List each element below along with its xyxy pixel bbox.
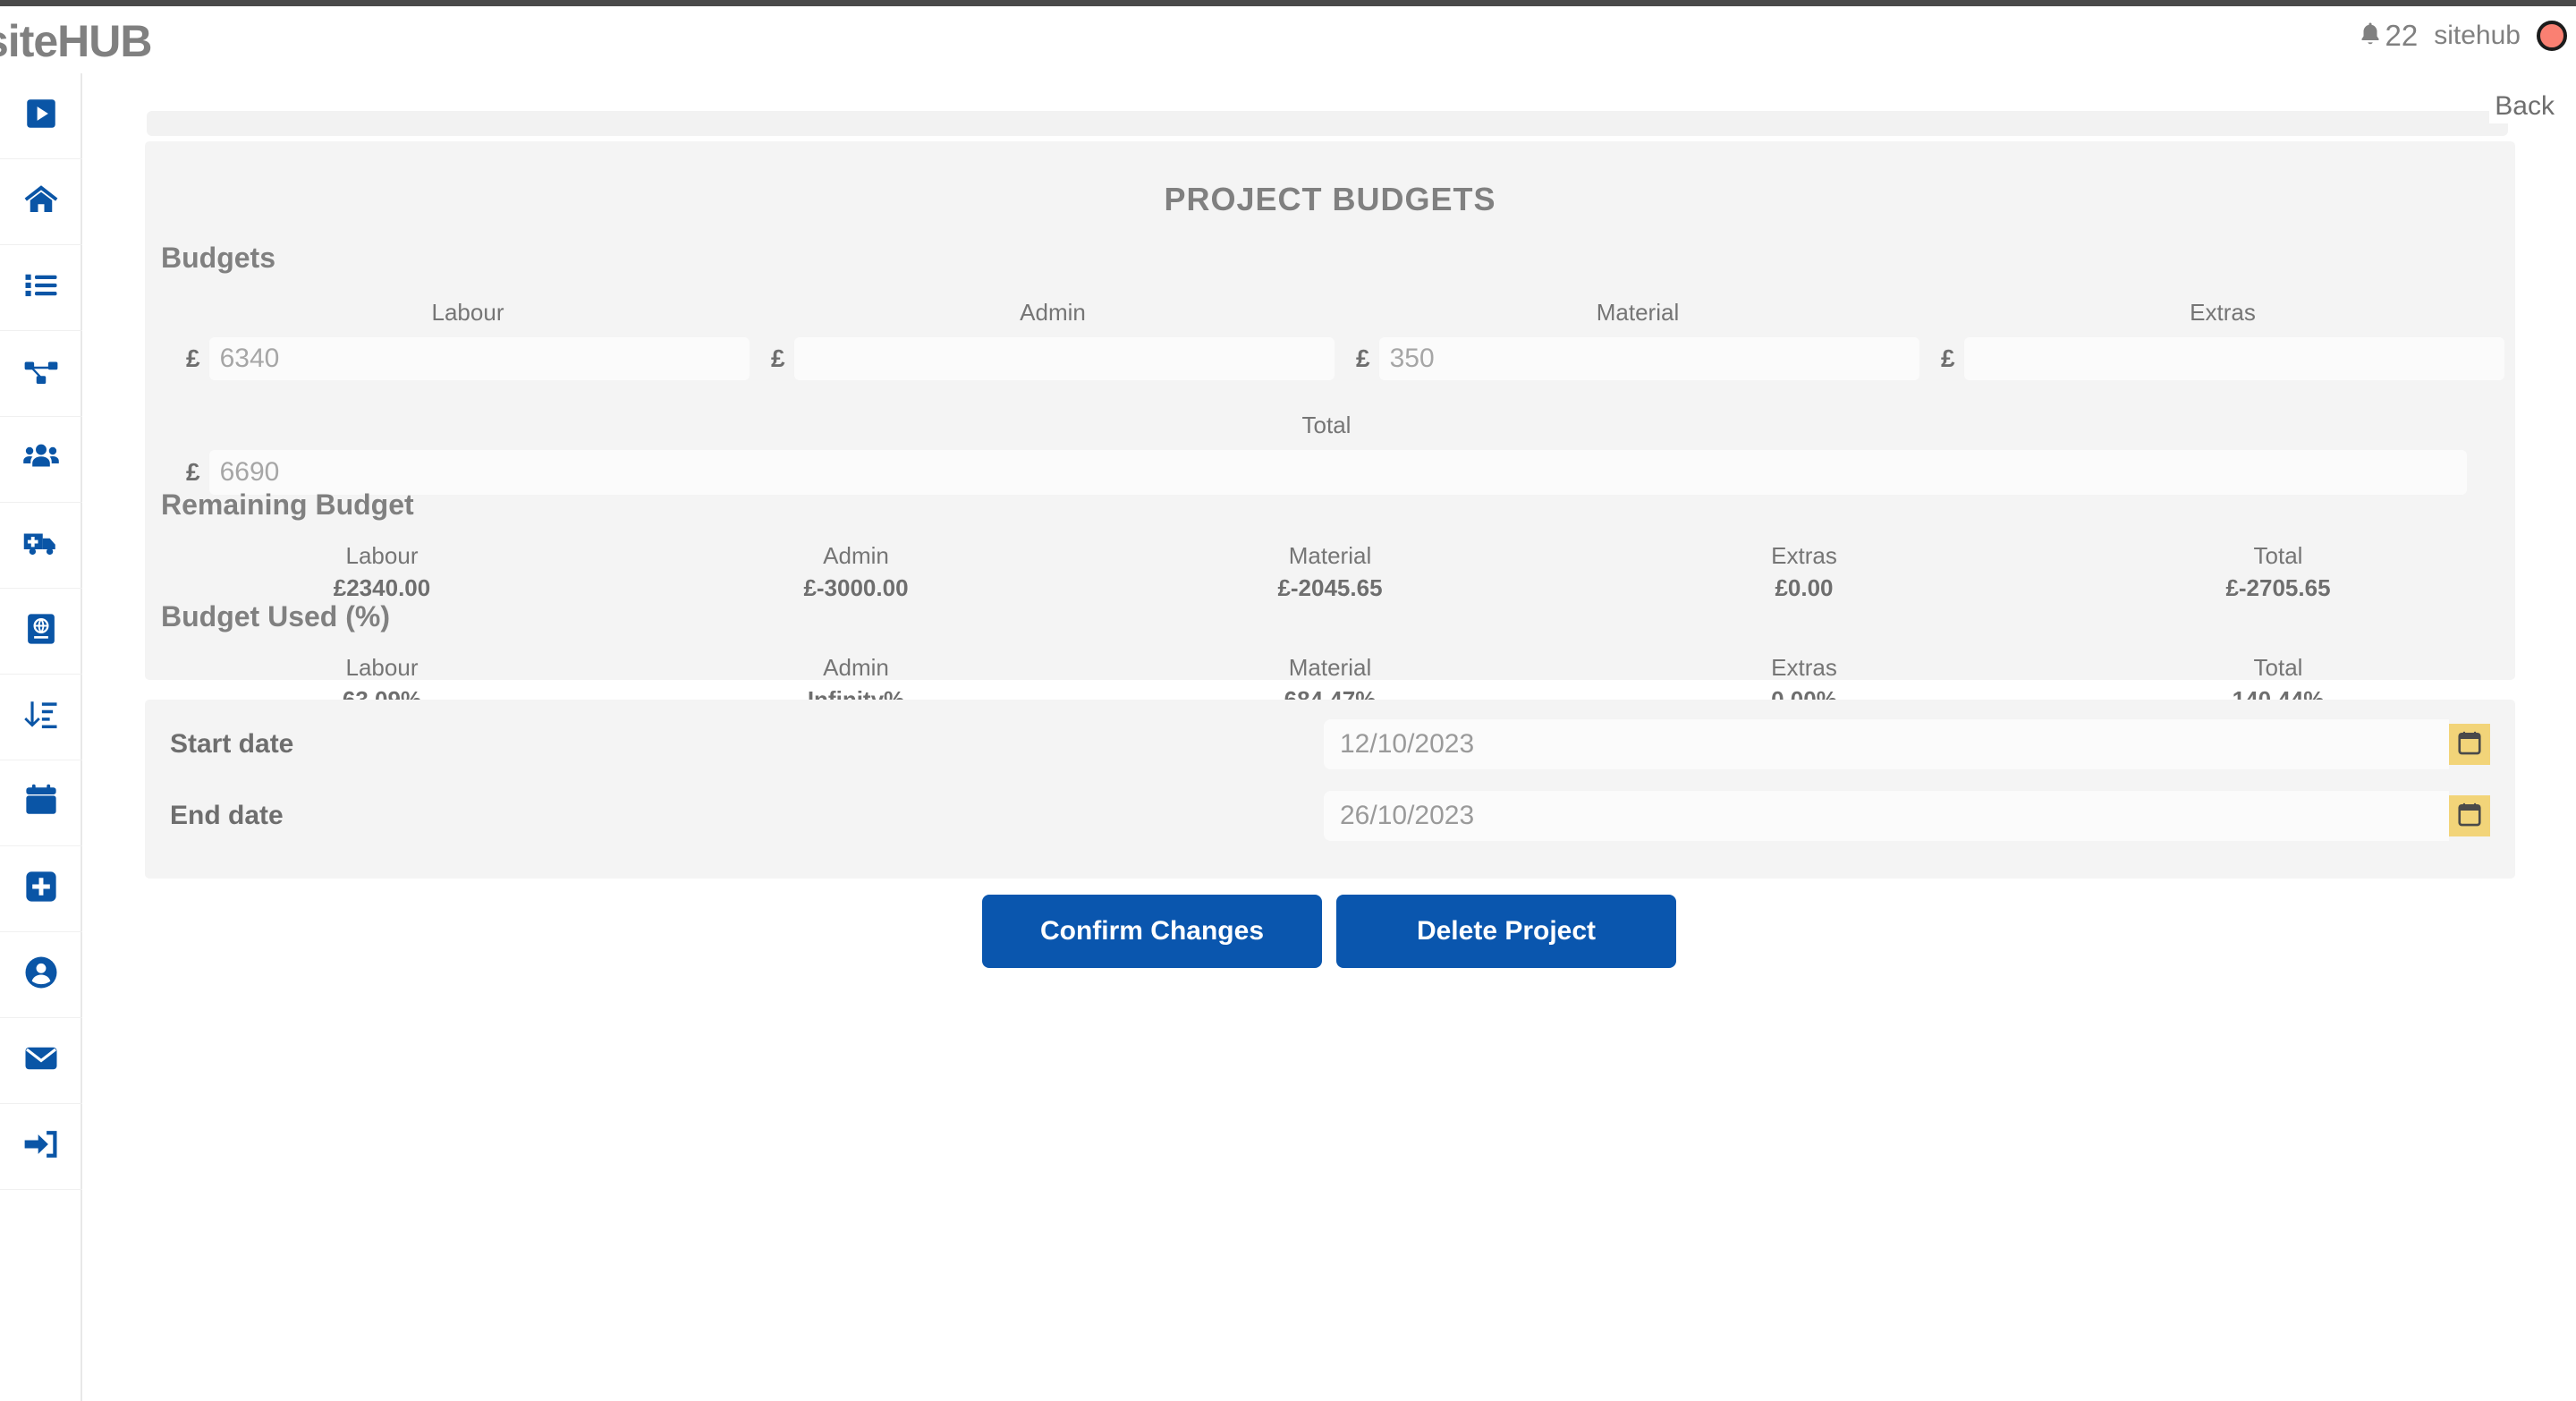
page-content: Back PROJECT BUDGETS Budgets Labour £ Ad… [82, 73, 2576, 1401]
budget-field-extras: Extras £ [1941, 299, 2504, 380]
metric-label: Admin [823, 654, 889, 681]
material-budget-input[interactable] [1378, 337, 1919, 380]
page-title: PROJECT BUDGETS [1164, 181, 1496, 217]
remaining-cell-admin: Admin £-3000.00 [619, 540, 1093, 605]
sidebar-item-expand[interactable] [0, 73, 82, 159]
app-logo[interactable]: siteHUB [0, 15, 152, 67]
sidebar-item-passport[interactable] [0, 589, 82, 675]
action-button-group: Confirm Changes Delete Project [82, 895, 2576, 968]
sidebar-item-list[interactable] [0, 245, 82, 331]
metric-label: Total [2253, 542, 2303, 569]
user-name[interactable]: sitehub [2434, 21, 2521, 51]
start-date-label: Start date [170, 729, 294, 759]
topbar-right-group: 22 sitehub [2357, 19, 2567, 53]
budget-field-labour: Labour £ [186, 299, 750, 380]
sign-in-icon [22, 1125, 60, 1168]
bell-icon [2357, 21, 2384, 52]
extras-budget-input[interactable] [1963, 337, 2504, 380]
admin-budget-input[interactable] [793, 337, 1335, 380]
sidebar-item-messages[interactable] [0, 1018, 82, 1104]
start-date-picker-button[interactable] [2449, 724, 2490, 765]
home-icon [22, 181, 60, 223]
sidebar-item-users[interactable] [0, 417, 82, 503]
budgets-section-label: Budgets [161, 242, 275, 274]
metric-value: £-2045.65 [1277, 573, 1383, 601]
currency-symbol: £ [1356, 344, 1370, 372]
remaining-budget-row: Labour £2340.00 Admin £-3000.00 Material… [145, 540, 2515, 605]
metric-value: £-3000.00 [803, 573, 909, 601]
top-strip-bar [147, 111, 2508, 136]
ambulance-icon [22, 524, 60, 566]
sidebar-item-add[interactable] [0, 846, 82, 932]
start-date-input[interactable] [1324, 719, 2449, 769]
metric-label: Labour [345, 654, 419, 681]
notifications-button[interactable]: 22 [2357, 19, 2419, 53]
metric-label: Admin [823, 542, 889, 569]
metric-label: Extras [1771, 542, 1837, 569]
sidebar-item-home[interactable] [0, 159, 82, 245]
metric-label: Total [2253, 654, 2303, 681]
metric-value: £0.00 [1775, 573, 1834, 601]
metric-label: Extras [1771, 654, 1837, 681]
total-budget-input[interactable] [208, 450, 2467, 495]
remaining-cell-extras: Extras £0.00 [1567, 540, 2041, 605]
top-bar: siteHUB 22 sitehub [0, 0, 2576, 73]
field-label-labour: Labour [431, 299, 504, 326]
end-date-label: End date [170, 801, 284, 830]
back-link[interactable]: Back [2489, 89, 2560, 123]
currency-symbol: £ [186, 344, 200, 372]
passport-icon [22, 610, 60, 652]
metric-value: £-2705.65 [2225, 573, 2331, 601]
delete-project-button[interactable]: Delete Project [1336, 895, 1676, 968]
field-label-total: Total [1301, 412, 1352, 438]
metric-label: Labour [345, 542, 419, 569]
metric-label: Material [1288, 654, 1372, 681]
sidebar [0, 73, 82, 1401]
labour-budget-input[interactable] [208, 337, 750, 380]
remaining-cell-material: Material £-2045.65 [1093, 540, 1567, 605]
end-date-picker-button[interactable] [2449, 795, 2490, 836]
project-budgets-card: PROJECT BUDGETS Budgets Labour £ Admin £… [145, 141, 2515, 713]
field-label-extras: Extras [2190, 299, 2256, 326]
calendar-icon [2456, 730, 2483, 760]
top-strip [82, 73, 2576, 143]
start-date-row: Start date [170, 719, 2490, 769]
sidebar-item-signin[interactable] [0, 1104, 82, 1190]
sidebar-item-calendar[interactable] [0, 760, 82, 846]
list-icon [22, 267, 60, 309]
calendar-icon [22, 782, 60, 824]
plus-square-icon [22, 868, 60, 910]
avatar[interactable] [2537, 21, 2567, 51]
project-dates-card: Start date End date [145, 700, 2515, 879]
end-date-row: End date [170, 791, 2490, 841]
sidebar-item-sitemap[interactable] [0, 331, 82, 417]
sitemap-icon [22, 352, 60, 395]
field-label-material: Material [1596, 299, 1680, 326]
budget-field-material: Material £ [1356, 299, 1919, 380]
metric-label: Material [1288, 542, 1372, 569]
sidebar-item-account[interactable] [0, 932, 82, 1018]
notification-count: 22 [2385, 19, 2419, 52]
currency-symbol: £ [1941, 344, 1955, 372]
sort-amount-down-icon [22, 696, 60, 738]
end-date-input[interactable] [1324, 791, 2449, 841]
calendar-icon [2456, 802, 2483, 831]
remaining-cell-labour: Labour £2340.00 [145, 540, 619, 605]
sidebar-item-ambulance[interactable] [0, 503, 82, 589]
user-circle-icon [22, 954, 60, 996]
remaining-cell-total: Total £-2705.65 [2041, 540, 2515, 605]
users-icon [22, 438, 60, 480]
remaining-budget-section-label: Remaining Budget [161, 488, 414, 521]
play-square-icon [22, 95, 60, 137]
currency-symbol: £ [186, 458, 200, 486]
budget-field-total: Total £ [186, 412, 2467, 495]
currency-symbol: £ [771, 344, 785, 372]
field-label-admin: Admin [1020, 299, 1086, 326]
budget-field-admin: Admin £ [771, 299, 1335, 380]
budget-used-section-label: Budget Used (%) [161, 600, 390, 633]
envelope-icon [22, 1040, 60, 1082]
confirm-changes-button[interactable]: Confirm Changes [982, 895, 1322, 968]
sidebar-item-sort[interactable] [0, 675, 82, 760]
